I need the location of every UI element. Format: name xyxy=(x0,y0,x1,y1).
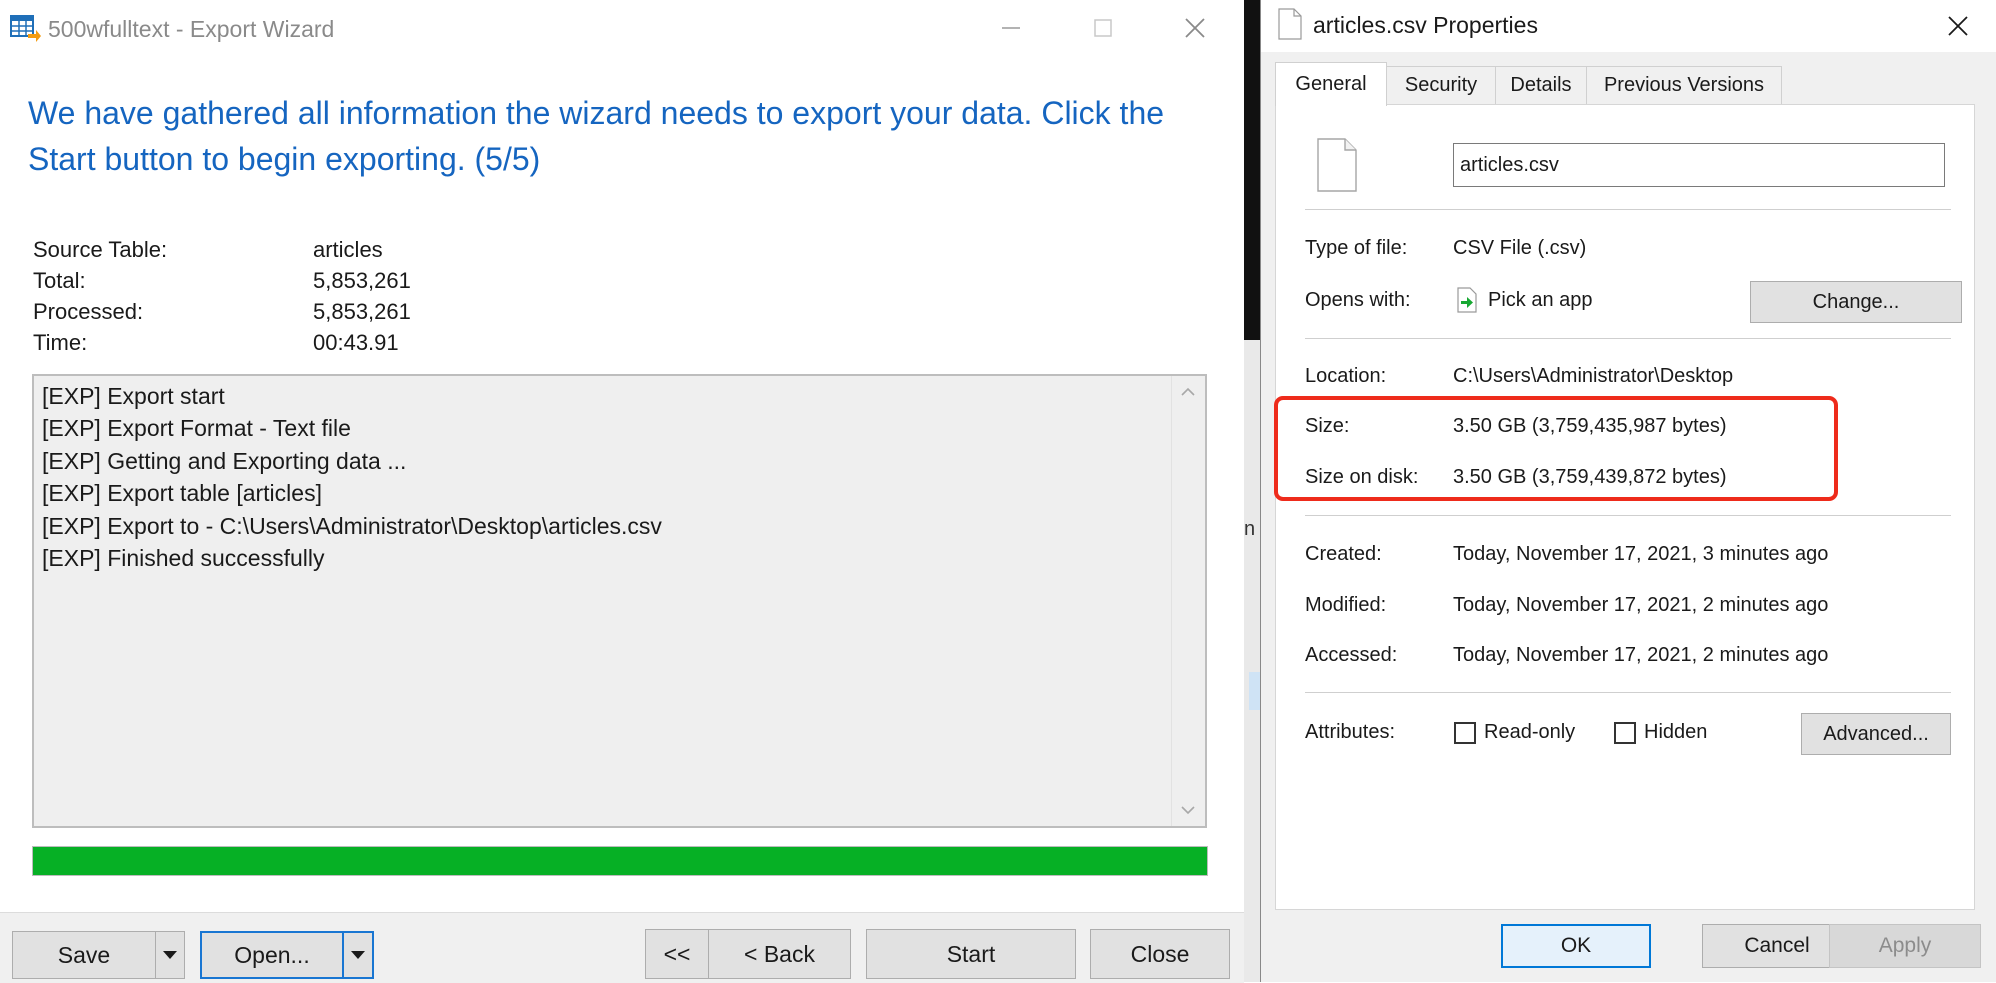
maximize-button[interactable] xyxy=(1060,6,1146,50)
log-line: [EXP] Export table [articles] xyxy=(42,480,322,507)
maximize-icon xyxy=(1094,19,1112,37)
back-button[interactable]: < Back xyxy=(708,929,851,979)
opens-with-label: Opens with: xyxy=(1305,289,1411,311)
tab-previous-versions[interactable]: Previous Versions xyxy=(1586,66,1782,104)
wizard-footer: Save Open... << < Back Start Close xyxy=(0,912,1244,983)
open-dropdown-button[interactable] xyxy=(342,931,374,979)
open-button[interactable]: Open... xyxy=(200,931,344,979)
close-button[interactable] xyxy=(1929,6,1987,46)
divider xyxy=(1305,692,1951,693)
export-progress-bar xyxy=(32,846,1208,876)
save-dropdown-button[interactable] xyxy=(155,931,185,979)
hidden-checkbox[interactable] xyxy=(1614,722,1636,744)
background-dark-strip xyxy=(1244,0,1260,340)
close-icon xyxy=(1185,18,1205,38)
processed-label: Processed: xyxy=(33,299,144,324)
log-line: [EXP] Finished successfully xyxy=(42,545,325,572)
chevron-down-icon[interactable] xyxy=(1180,804,1196,816)
processed-value: 5,853,261 xyxy=(313,299,411,324)
tab-details[interactable]: Details xyxy=(1495,66,1587,104)
general-tab-panel: Type of file: CSV File (.csv) Opens with… xyxy=(1274,104,1975,910)
location-value: C:\Users\Administrator\Desktop xyxy=(1453,365,1734,387)
created-label: Created: xyxy=(1305,543,1382,565)
ok-button[interactable]: OK xyxy=(1501,924,1651,968)
window-title: 500wfulltext - Export Wizard xyxy=(48,16,335,42)
accessed-label: Accessed: xyxy=(1305,644,1398,666)
opens-with-value: Pick an app xyxy=(1488,289,1593,311)
read-only-label[interactable]: Read-only xyxy=(1484,719,1575,745)
source-table-value: articles xyxy=(313,237,383,262)
dropdown-arrow-icon xyxy=(163,951,177,959)
location-label: Location: xyxy=(1305,365,1387,387)
log-line: [EXP] Export start xyxy=(42,383,225,409)
progress-fill xyxy=(33,847,1207,875)
total-value: 5,853,261 xyxy=(313,268,411,293)
export-wizard-window: 500wfulltext - Export Wizard We have gat… xyxy=(0,0,1244,983)
file-icon xyxy=(1315,137,1359,198)
size-highlight-annotation xyxy=(1274,396,1838,501)
apply-button[interactable]: Apply xyxy=(1829,924,1981,968)
filename-field[interactable] xyxy=(1453,143,1945,187)
save-button[interactable]: Save xyxy=(12,931,156,979)
attributes-label: Attributes: xyxy=(1305,721,1396,743)
background-text-fragment: n xyxy=(1244,518,1256,540)
file-icon xyxy=(1277,8,1303,45)
wizard-heading: We have gathered all information the wiz… xyxy=(28,95,1165,177)
chevron-up-icon[interactable] xyxy=(1180,386,1196,398)
minimize-button[interactable] xyxy=(968,6,1054,50)
time-label: Time: xyxy=(33,330,88,355)
first-step-button[interactable]: << xyxy=(645,929,709,979)
start-button[interactable]: Start xyxy=(866,929,1076,979)
minimize-icon xyxy=(1002,27,1020,29)
divider xyxy=(1305,515,1951,516)
modified-label: Modified: xyxy=(1305,594,1387,616)
dialog-titlebar: articles.csv Properties xyxy=(1261,0,1996,52)
total-label: Total: xyxy=(33,268,86,293)
close-wizard-button[interactable]: Close xyxy=(1090,929,1230,979)
log-line: [EXP] Export to - C:\Users\Administrator… xyxy=(42,512,662,539)
dialog-title: articles.csv Properties xyxy=(1313,12,1538,38)
tab-general[interactable]: General xyxy=(1275,62,1387,106)
hidden-label[interactable]: Hidden xyxy=(1644,719,1707,745)
table-export-icon xyxy=(10,14,42,44)
background-selection-fragment xyxy=(1249,672,1260,710)
advanced-button[interactable]: Advanced... xyxy=(1801,713,1951,755)
type-of-file-value: CSV File (.csv) xyxy=(1453,237,1587,259)
accessed-value: Today, November 17, 2021, 2 minutes ago xyxy=(1453,644,1829,666)
time-value: 00:43.91 xyxy=(313,330,399,355)
source-table-label: Source Table: xyxy=(33,237,168,262)
change-button[interactable]: Change... xyxy=(1750,281,1962,323)
pick-app-icon xyxy=(1456,287,1478,318)
created-value: Today, November 17, 2021, 3 minutes ago xyxy=(1453,543,1829,565)
export-log[interactable]: [EXP] Export start [EXP] Export Format -… xyxy=(32,374,1207,828)
log-line: [EXP] Getting and Exporting data ... xyxy=(42,447,407,474)
type-of-file-label: Type of file: xyxy=(1305,237,1408,259)
close-button[interactable] xyxy=(1152,6,1238,50)
log-lines: [EXP] Export start [EXP] Export Format -… xyxy=(42,380,662,574)
read-only-checkbox[interactable] xyxy=(1454,722,1476,744)
log-scrollbar[interactable] xyxy=(1171,376,1205,826)
file-properties-dialog: articles.csv Properties General Security… xyxy=(1260,0,1996,982)
log-line: [EXP] Export Format - Text file xyxy=(42,415,351,442)
divider xyxy=(1305,338,1951,339)
dropdown-arrow-icon xyxy=(351,951,365,959)
modified-value: Today, November 17, 2021, 2 minutes ago xyxy=(1453,594,1829,616)
tab-security[interactable]: Security xyxy=(1386,66,1496,104)
divider xyxy=(1305,209,1951,210)
close-icon xyxy=(1948,16,1968,36)
